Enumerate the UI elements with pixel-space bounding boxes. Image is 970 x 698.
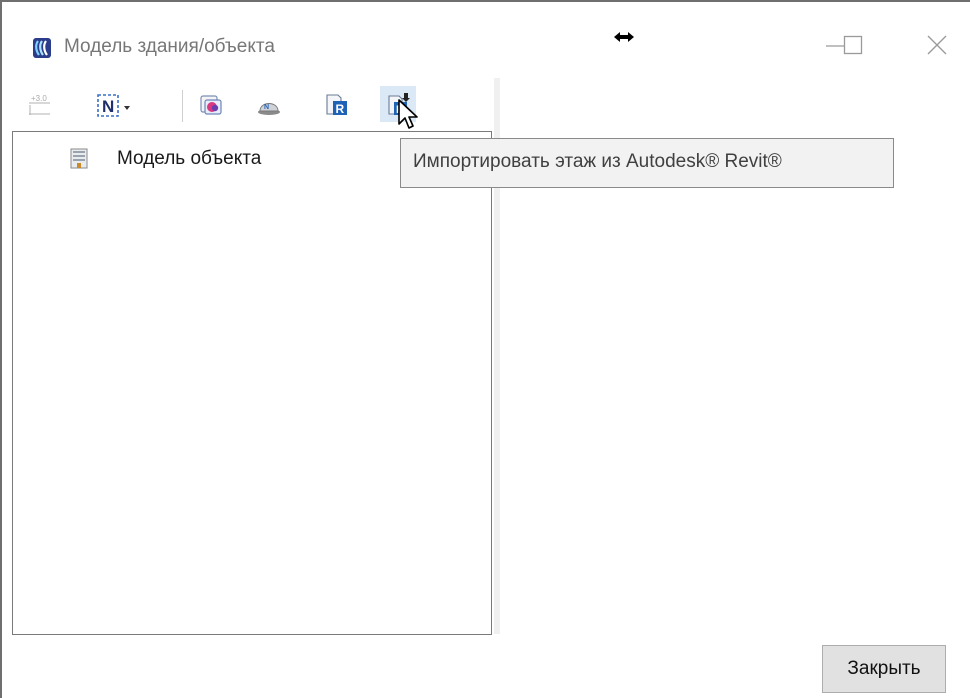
svg-text:+3.0: +3.0 (31, 94, 47, 103)
import-nanocad-button[interactable]: N (250, 86, 286, 122)
svg-text:N: N (102, 97, 114, 116)
revit-button[interactable]: R (318, 86, 354, 122)
revit-document-icon: R (326, 94, 347, 116)
elevation-icon: +3.0 (29, 94, 50, 115)
window-title: Модель здания/объекта (64, 36, 275, 57)
dialog-window: Модель здания/объекта +3.0 N N R Модель … (0, 0, 970, 698)
layers-icon (200, 95, 222, 115)
title-bar[interactable]: Модель здания/объекта (2, 2, 970, 62)
close-button[interactable]: Закрыть (822, 645, 946, 693)
app-logo-icon (33, 38, 51, 58)
maximize-button[interactable] (830, 26, 876, 66)
elevation-button[interactable]: +3.0 (20, 86, 56, 122)
n-frame-dropdown-icon: N (97, 94, 130, 117)
nanocad-helmet-icon: N (258, 103, 280, 115)
numbering-dropdown-button[interactable]: N (90, 86, 140, 122)
svg-text:N: N (264, 104, 269, 111)
tooltip: Импортировать этаж из Autodesk® Revit® (400, 138, 894, 188)
tree-item-label: Модель объекта (117, 148, 262, 169)
mouse-pointer-icon (398, 99, 418, 129)
maximize-icon (843, 35, 863, 55)
model-tree-panel: Модель объекта (12, 131, 492, 635)
resize-horizontal-cursor-icon (614, 32, 634, 42)
close-window-button[interactable] (914, 26, 960, 66)
layers-button[interactable] (192, 86, 228, 122)
toolbar-separator (182, 90, 183, 122)
tooltip-text: Импортировать этаж из Autodesk® Revit® (413, 151, 782, 172)
close-icon (927, 35, 947, 55)
svg-text:R: R (336, 102, 345, 116)
building-icon (70, 148, 88, 169)
